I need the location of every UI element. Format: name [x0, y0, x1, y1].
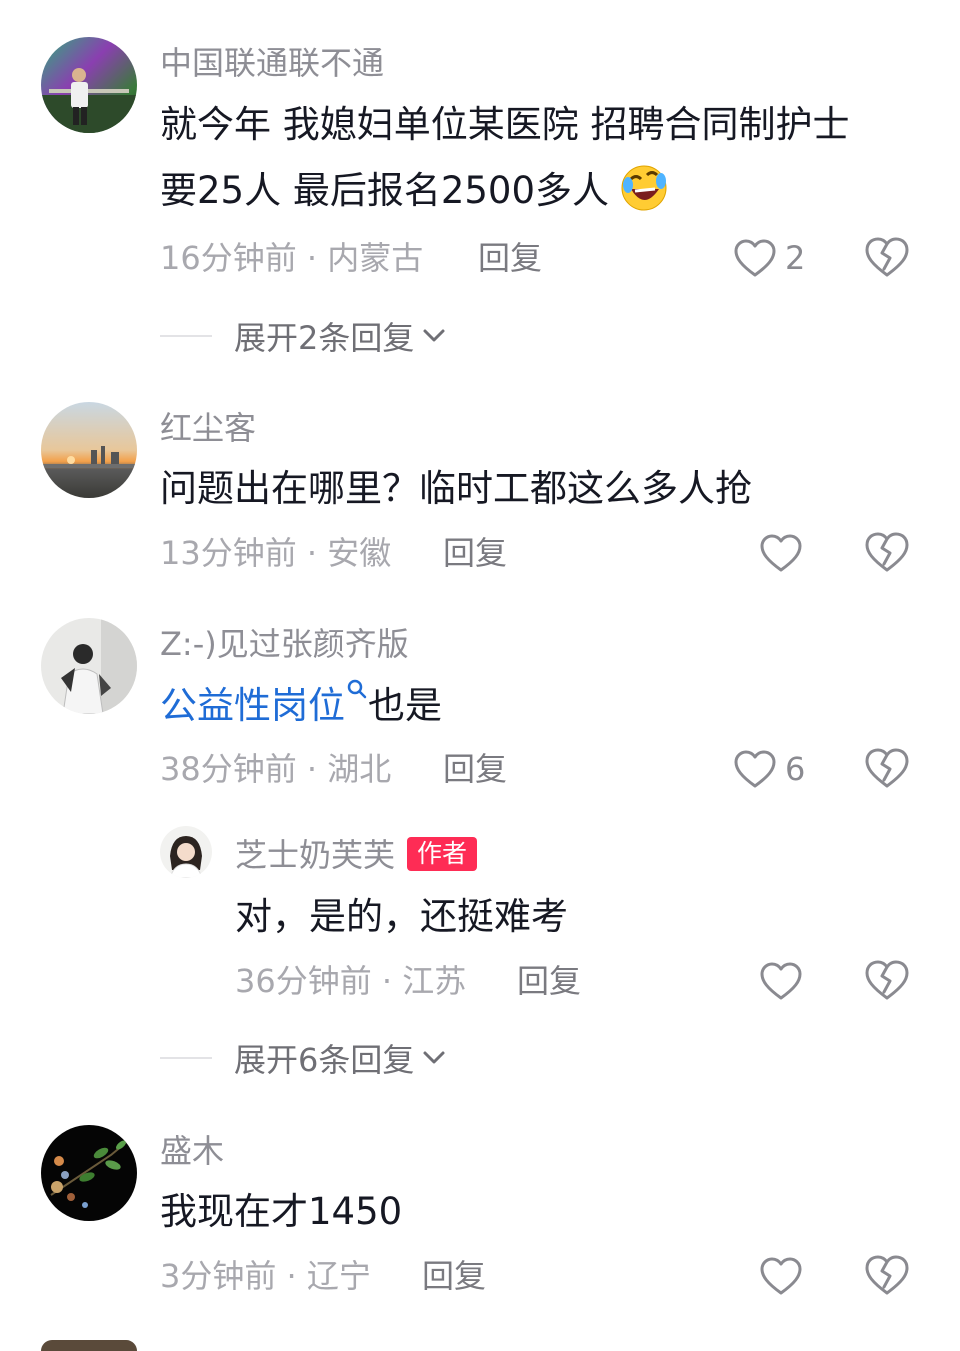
divider-line — [160, 335, 212, 337]
heart-icon — [760, 962, 802, 1000]
broken-heart-icon — [865, 960, 909, 1000]
broken-heart-icon — [865, 1255, 909, 1295]
heart-icon — [734, 239, 776, 277]
broken-heart-icon — [865, 237, 909, 277]
broken-heart-icon — [865, 748, 909, 788]
expand-replies-label: 展开2条回复 — [234, 319, 415, 357]
dislike-button[interactable] — [864, 531, 910, 575]
comment-text-line: 要25人 最后报名2500多人 — [160, 158, 920, 224]
comment-meta: 38分钟前 · 湖北 — [160, 750, 392, 788]
rolling-on-floor-laughing-emoji-icon — [619, 163, 669, 213]
comment-meta: 3分钟前 · 辽宁 — [160, 1257, 371, 1295]
comment-text-part: 也是 — [368, 684, 442, 727]
dislike-button[interactable] — [864, 1254, 910, 1298]
comment-text-part: 要25人 最后报名2500多人 — [160, 169, 610, 212]
user-avatar[interactable] — [41, 37, 137, 133]
like-count: 2 — [785, 239, 806, 277]
comment-text-line: 就今年 我媳妇单位某医院 招聘合同制护士 — [160, 103, 850, 146]
user-avatar[interactable] — [160, 826, 212, 878]
avatar-image — [41, 618, 137, 714]
like-count: 6 — [785, 750, 806, 788]
divider-line — [160, 1057, 212, 1059]
user-avatar[interactable] — [41, 1125, 137, 1221]
dislike-button[interactable] — [864, 236, 910, 280]
dislike-button[interactable] — [864, 959, 910, 1003]
username[interactable]: 芝士奶芙芙 作者 — [235, 835, 478, 875]
like-button[interactable] — [759, 959, 803, 1003]
dislike-button[interactable] — [864, 747, 910, 791]
avatar-image — [160, 826, 212, 878]
heart-icon — [734, 750, 776, 788]
like-button[interactable] — [759, 1254, 803, 1298]
like-button[interactable] — [759, 531, 803, 575]
chevron-down-icon — [423, 1051, 445, 1064]
expand-replies-button[interactable]: 展开2条回复 — [160, 314, 448, 358]
chevron-down-icon — [423, 329, 445, 342]
username[interactable]: 红尘客 — [160, 408, 256, 448]
search-link[interactable]: 公益性岗位 — [160, 684, 345, 727]
username[interactable]: 盛木 — [160, 1131, 224, 1171]
comment-meta: 13分钟前 · 安徽 — [160, 534, 392, 572]
heart-icon — [760, 1257, 802, 1295]
username[interactable]: 中国联通联不通 — [160, 43, 384, 83]
like-button[interactable]: 6 — [733, 747, 805, 791]
reply-button[interactable]: 回复 — [443, 533, 507, 573]
comment-meta: 36分钟前 · 江苏 — [235, 962, 467, 1000]
avatar-image — [41, 1340, 137, 1351]
avatar-image — [41, 402, 137, 498]
author-badge: 作者 — [407, 837, 478, 871]
heart-icon — [760, 534, 802, 572]
expand-replies-label: 展开6条回复 — [234, 1041, 415, 1079]
avatar-image — [41, 37, 137, 133]
comment-text: 对，是的，还挺难考 — [235, 895, 568, 938]
comment-text: 公益性岗位 也是 — [160, 673, 920, 739]
reply-button[interactable]: 回复 — [443, 749, 507, 789]
reply-button[interactable]: 回复 — [478, 238, 542, 278]
comment-text: 就今年 我媳妇单位某医院 招聘合同制护士 要25人 最后报名2500多人 — [160, 92, 920, 224]
user-avatar[interactable] — [41, 618, 137, 714]
comment-text: 问题出在哪里？临时工都这么多人抢 — [160, 467, 752, 510]
avatar-image — [41, 1125, 137, 1221]
reply-button[interactable]: 回复 — [517, 961, 581, 1001]
username[interactable]: Z:-)见过张颜齐版 — [160, 624, 409, 664]
comment-text: 我现在才1450 — [160, 1190, 403, 1233]
user-avatar[interactable] — [41, 402, 137, 498]
broken-heart-icon — [865, 532, 909, 572]
comment-meta: 16分钟前 · 内蒙古 — [160, 239, 424, 277]
username-text: 芝士奶芙芙 — [235, 836, 396, 874]
reply-button[interactable]: 回复 — [422, 1256, 486, 1296]
like-button[interactable]: 2 — [733, 236, 805, 280]
expand-replies-button[interactable]: 展开6条回复 — [160, 1036, 448, 1080]
search-icon — [347, 679, 367, 699]
user-avatar[interactable] — [41, 1340, 137, 1351]
